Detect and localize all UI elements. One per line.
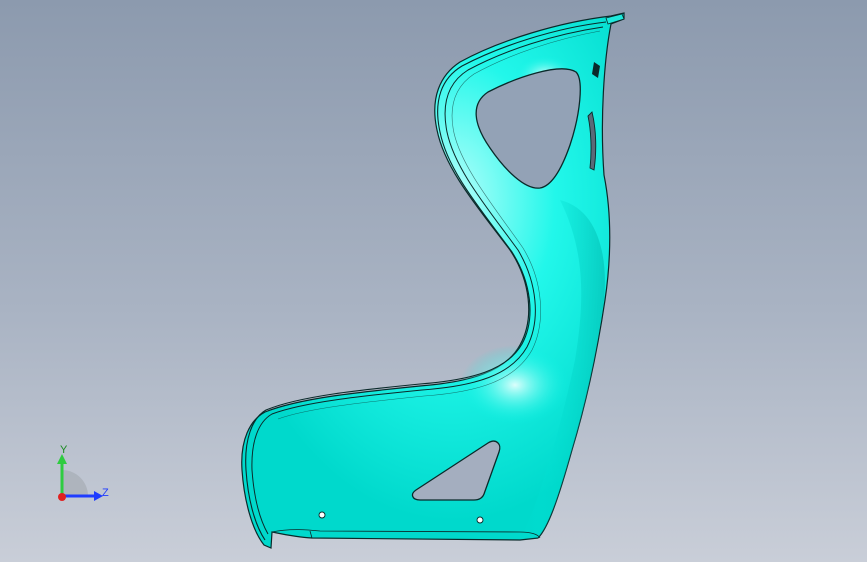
z-axis-label: Z: [102, 487, 109, 499]
mount-hole-left: [318, 511, 326, 519]
orientation-triad: Y Z: [57, 444, 109, 501]
triad-plane-shade: [62, 470, 88, 496]
seat-model[interactable]: [0, 0, 867, 562]
surface-highlight: [460, 345, 570, 425]
y-axis-label: Y: [60, 444, 68, 456]
graphics-viewport[interactable]: Y Z: [0, 0, 867, 562]
triad-origin: [58, 493, 66, 501]
mount-hole-right: [476, 516, 484, 524]
